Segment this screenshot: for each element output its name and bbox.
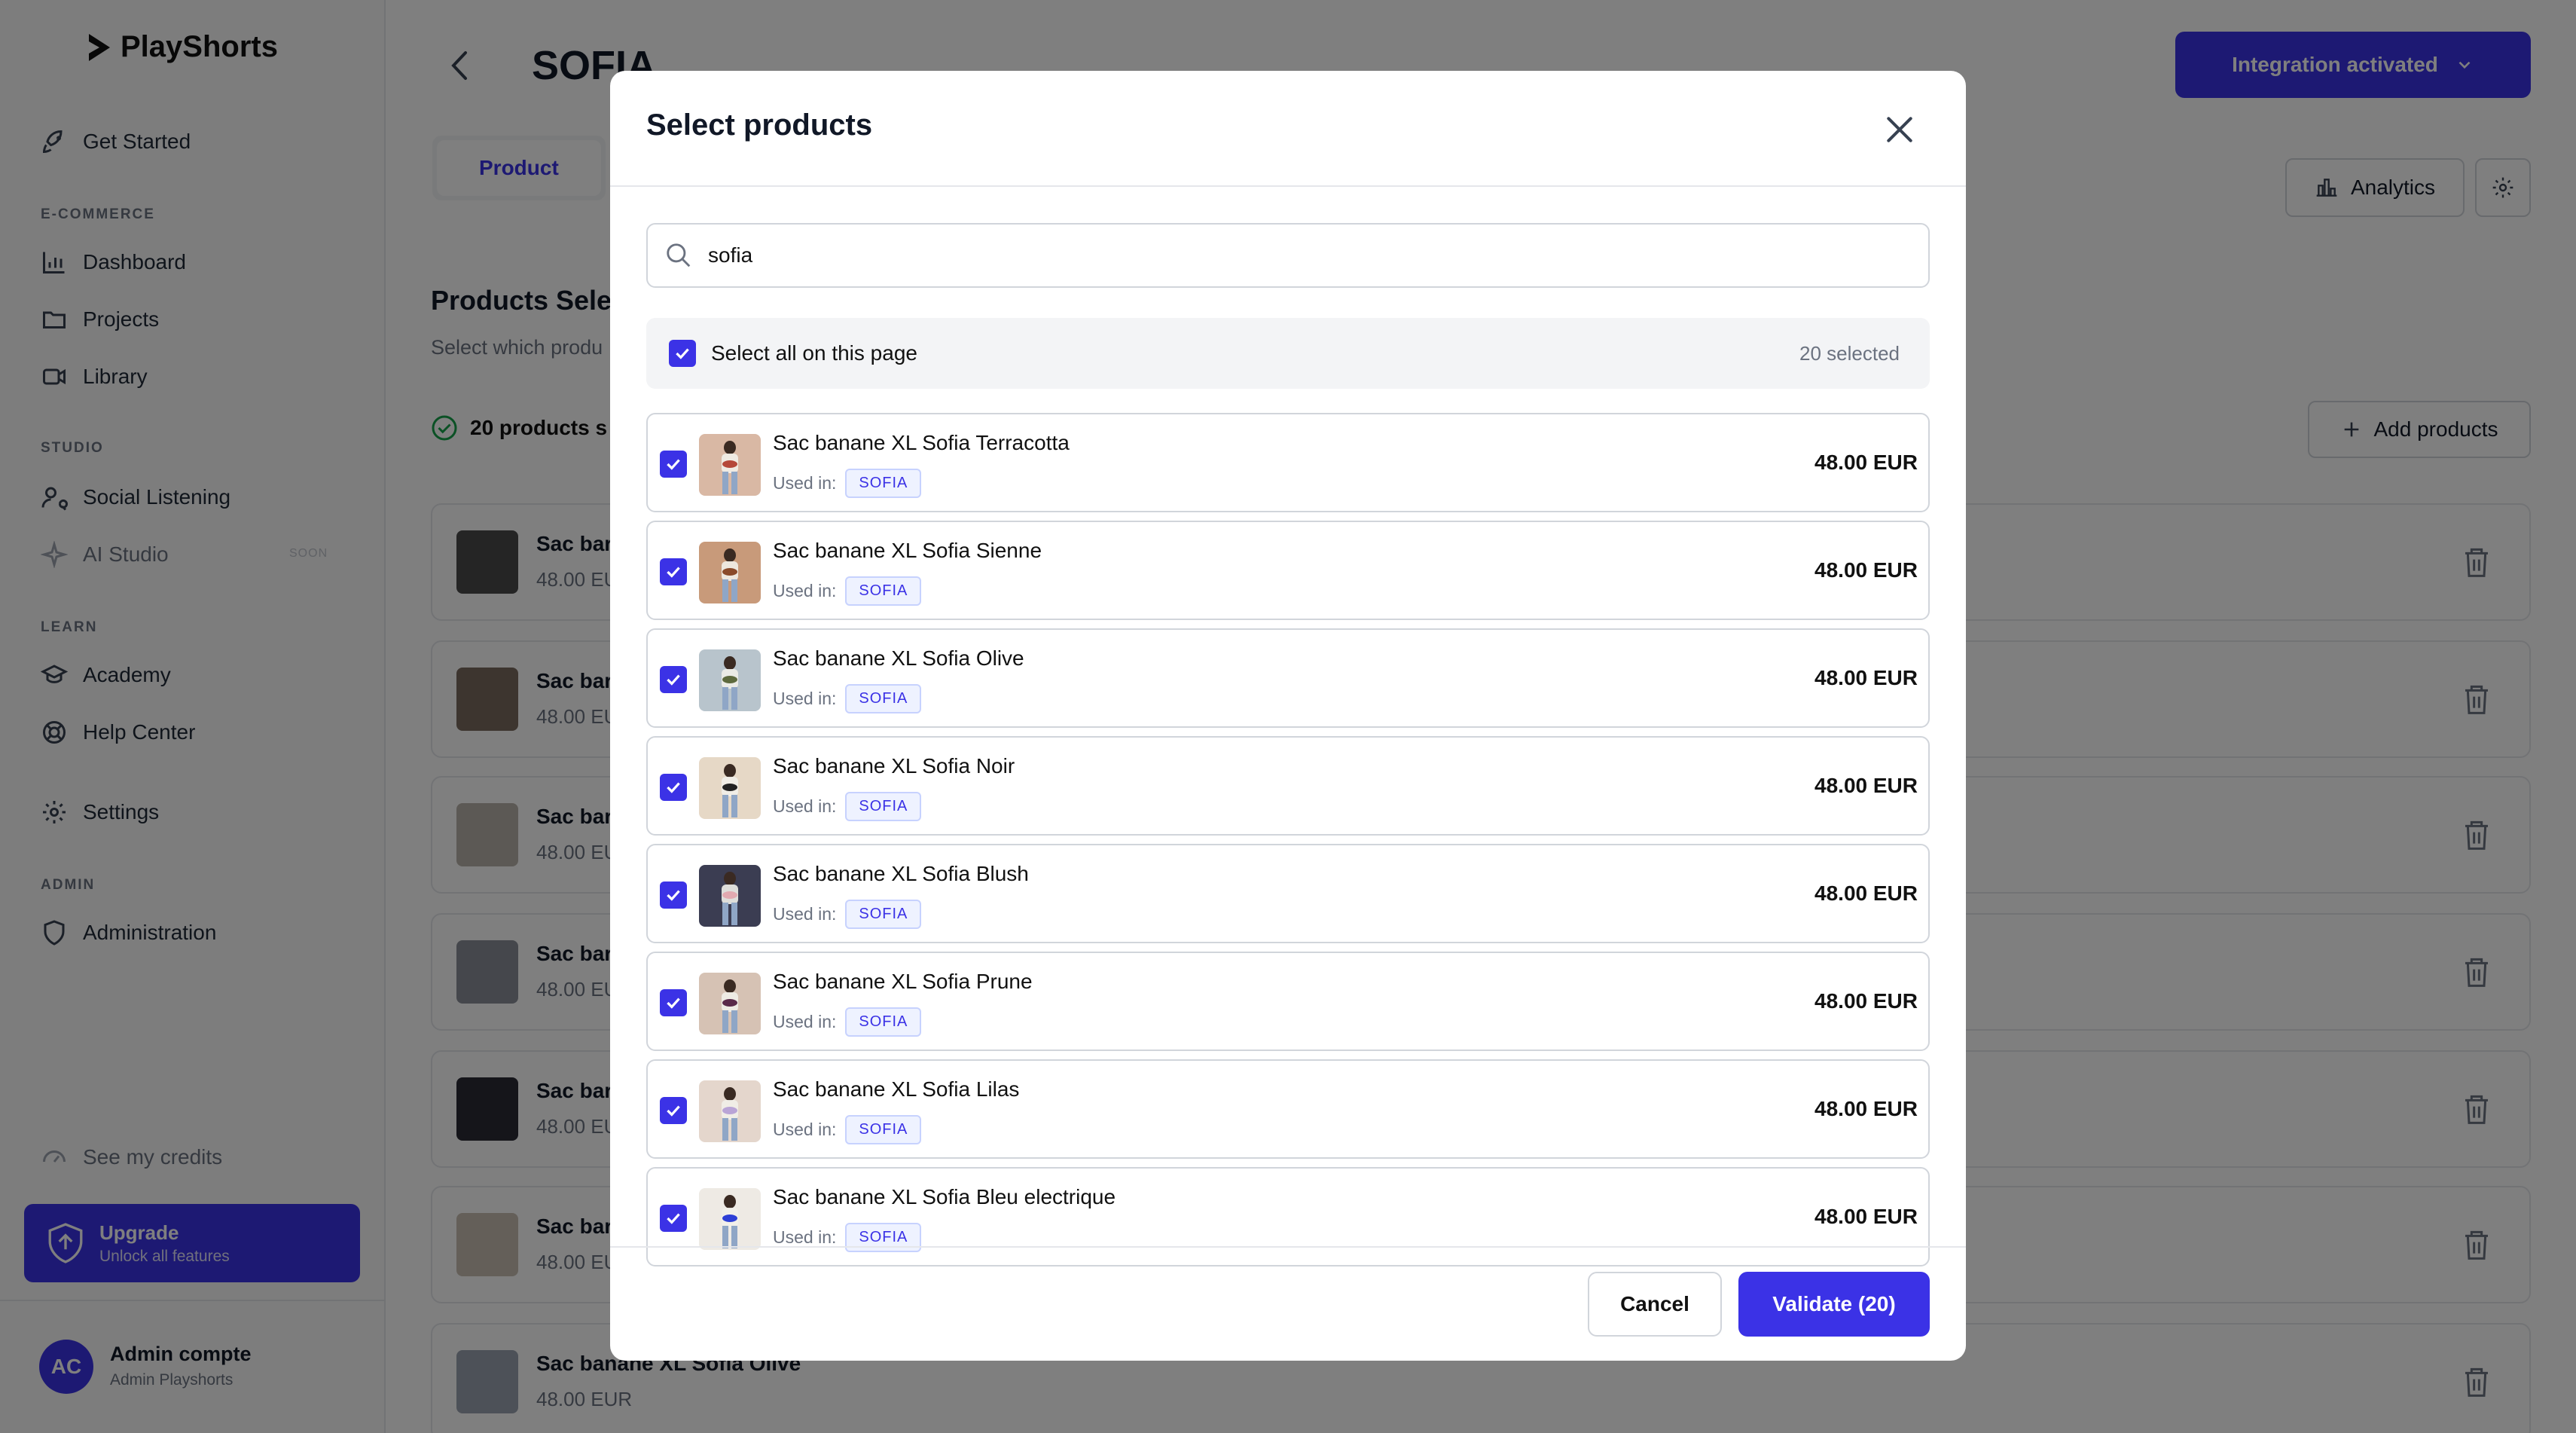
product-list-item[interactable]: Sac banane XL Sofia Sienne Used in: SOFI… [646,521,1930,620]
checkmark-icon [667,567,680,578]
project-tag: SOFIA [845,1007,922,1037]
search-icon [667,243,691,267]
product-checkbox[interactable] [660,666,687,693]
used-in-label: Used in: [773,581,837,600]
select-all-label: Select all on this page [711,341,917,365]
used-in-label: Used in: [773,1012,837,1031]
checkmark-icon [667,1213,680,1224]
product-checkbox[interactable] [660,451,687,478]
product-name: Sac banane XL Sofia Olive [773,646,1024,670]
search-field[interactable] [646,223,1930,288]
used-in: Used in: SOFIA [773,684,922,713]
product-name: Sac banane XL Sofia Sienne [773,539,1042,562]
product-name: Sac banane XL Sofia Terracotta [773,431,1070,454]
modal-footer-divider [610,1246,1966,1248]
product-name: Sac banane XL Sofia Blush [773,862,1029,885]
modal-title: Select products [646,108,873,142]
project-tag: SOFIA [845,469,922,498]
product-checkbox[interactable] [660,1097,687,1124]
product-thumbnail [699,434,761,496]
product-thumbnail [699,542,761,603]
product-list-item[interactable]: Sac banane XL Sofia Terracotta Used in: … [646,413,1930,512]
project-tag: SOFIA [845,684,922,713]
product-checkbox[interactable] [660,881,687,909]
select-all-checkbox[interactable] [669,340,696,367]
product-checkbox[interactable] [660,989,687,1016]
used-in: Used in: SOFIA [773,792,922,821]
project-tag: SOFIA [845,576,922,606]
product-list-item[interactable]: Sac banane XL Sofia Prune Used in: SOFIA… [646,952,1930,1051]
product-thumbnail [699,757,761,819]
close-icon[interactable] [1883,113,1916,146]
checkmark-icon [667,998,680,1009]
used-in-label: Used in: [773,904,837,924]
product-photo [699,542,761,603]
used-in: Used in: SOFIA [773,900,922,929]
used-in-label: Used in: [773,1227,837,1247]
product-list-item[interactable]: Sac banane XL Sofia Noir Used in: SOFIA … [646,736,1930,836]
used-in: Used in: SOFIA [773,1223,922,1252]
product-name: Sac banane XL Sofia Noir [773,754,1015,778]
project-tag: SOFIA [845,900,922,929]
product-list: Sac banane XL Sofia Terracotta Used in: … [646,413,1930,1317]
product-photo [699,1188,761,1250]
product-photo [699,757,761,819]
product-list-item[interactable]: Sac banane XL Sofia Lilas Used in: SOFIA… [646,1059,1930,1159]
checkmark-icon [667,1105,680,1117]
product-list-item[interactable]: Sac banane XL Sofia Blush Used in: SOFIA… [646,844,1930,943]
product-thumbnail [699,1188,761,1250]
product-name: Sac banane XL Sofia Prune [773,970,1033,993]
product-thumbnail [699,973,761,1034]
product-price: 48.00 EUR [1814,1205,1918,1228]
product-price: 48.00 EUR [1814,558,1918,582]
product-checkbox[interactable] [660,1205,687,1232]
checkmark-icon [667,890,680,901]
search-input[interactable] [708,243,1838,267]
product-price: 48.00 EUR [1814,881,1918,905]
select-products-modal: Select products Select all on this page … [610,71,1966,1361]
checkmark-icon [667,674,680,686]
used-in-label: Used in: [773,689,837,708]
product-list-item[interactable]: Sac banane XL Sofia Olive Used in: SOFIA… [646,628,1930,728]
select-all-row[interactable]: Select all on this page 20 selected [646,318,1930,389]
product-price: 48.00 EUR [1814,666,1918,689]
checkmark-icon [667,782,680,793]
modal-header-divider [610,185,1966,187]
used-in: Used in: SOFIA [773,576,922,606]
product-price: 48.00 EUR [1814,774,1918,797]
checkmark-icon [667,459,680,470]
product-name: Sac banane XL Sofia Bleu electrique [773,1185,1116,1208]
product-photo [699,434,761,496]
used-in: Used in: SOFIA [773,469,922,498]
product-price: 48.00 EUR [1814,1097,1918,1120]
checkmark-icon [676,348,689,359]
project-tag: SOFIA [845,1223,922,1252]
used-in-label: Used in: [773,473,837,493]
product-price: 48.00 EUR [1814,451,1918,474]
product-thumbnail [699,1080,761,1142]
cancel-button[interactable]: Cancel [1588,1272,1722,1337]
project-tag: SOFIA [845,792,922,821]
used-in-label: Used in: [773,1120,837,1139]
used-in: Used in: SOFIA [773,1007,922,1037]
used-in: Used in: SOFIA [773,1115,922,1144]
product-photo [699,649,761,711]
product-price: 48.00 EUR [1814,989,1918,1013]
product-name: Sac banane XL Sofia Lilas [773,1077,1020,1101]
project-tag: SOFIA [845,1115,922,1144]
product-checkbox[interactable] [660,558,687,585]
validate-button[interactable]: Validate (20) [1738,1272,1930,1337]
product-thumbnail [699,649,761,711]
product-thumbnail [699,865,761,927]
product-checkbox[interactable] [660,774,687,801]
used-in-label: Used in: [773,796,837,816]
product-photo [699,973,761,1034]
product-list-item[interactable]: Sac banane XL Sofia Bleu electrique Used… [646,1167,1930,1266]
selected-count: 20 selected [1799,341,1900,365]
product-photo [699,865,761,927]
product-photo [699,1080,761,1142]
